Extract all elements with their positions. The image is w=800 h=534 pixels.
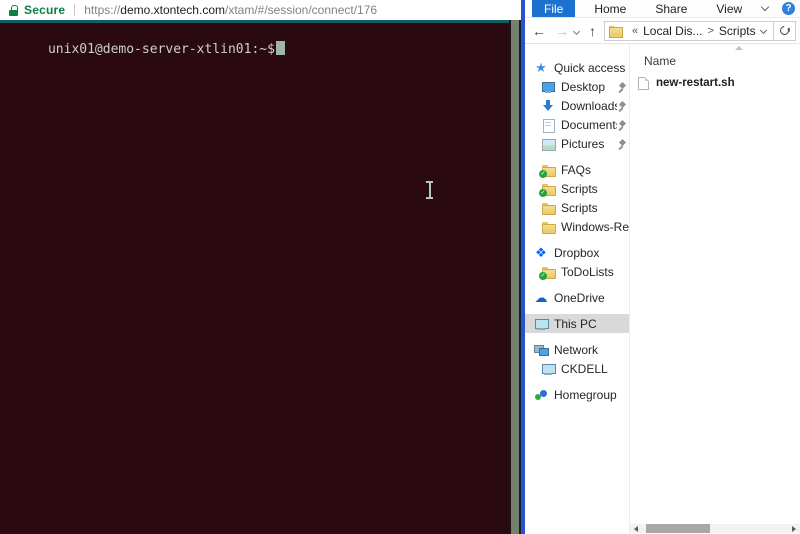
terminal-prompt: unix01@demo-server-xtlin01:~$ [47, 42, 275, 57]
ribbon-tab-bar: File Home Share View ? [525, 0, 800, 18]
back-button[interactable]: ← [532, 24, 546, 38]
folder-icon [541, 201, 556, 215]
scroll-right-arrow-icon[interactable] [792, 525, 796, 532]
tab-file[interactable]: File [532, 0, 576, 17]
up-button[interactable]: ↑ [589, 24, 596, 38]
scrollbar-thumb[interactable] [646, 524, 710, 533]
browser-scrollbar[interactable] [509, 20, 521, 534]
sidebar-item-pictures[interactable]: Pictures [525, 134, 629, 153]
url-scheme[interactable]: https:// [84, 3, 120, 17]
pin-icon [617, 100, 627, 112]
sidebar-item-windows-ren[interactable]: Windows-Ren [525, 217, 629, 236]
sync-check-badge [539, 271, 547, 280]
terminal-block-cursor [275, 41, 285, 55]
dropbox-icon: ❖ [535, 244, 547, 260]
onedrive-cloud-icon: ☁ [534, 289, 548, 305]
secure-lock-icon [9, 4, 19, 16]
sidebar-item-ckdell[interactable]: CKDELL [525, 359, 629, 378]
refresh-button[interactable] [774, 20, 796, 41]
desktop-stage: Secure https://demo.xtontech.com/xtam/#/… [0, 0, 800, 534]
sidebar-item-todolists[interactable]: ToDoLists [525, 262, 629, 281]
sidebar-item-homegroup[interactable]: Homegroup [525, 385, 629, 404]
sidebar-item-network[interactable]: Network [525, 340, 629, 359]
browser-window: Secure https://demo.xtontech.com/xtam/#/… [0, 0, 521, 534]
sidebar-item-quick-access[interactable]: ★ Quick access [525, 58, 629, 77]
desktop-icon [541, 80, 555, 94]
address-breadcrumb-bar[interactable]: « Local Dis... > Scripts [604, 20, 774, 41]
sidebar-item-scripts-synced[interactable]: Scripts [525, 179, 629, 198]
folder-icon [541, 220, 556, 234]
pin-icon [617, 138, 627, 150]
ribbon-collapse-chevron-icon[interactable] [760, 2, 770, 12]
breadcrumb-scripts[interactable]: Scripts [719, 24, 756, 38]
tab-home[interactable]: Home [584, 0, 636, 17]
sidebar-item-dropbox[interactable]: ❖ Dropbox [525, 243, 629, 262]
shell-script-file-icon [638, 76, 649, 90]
sync-check-badge [539, 188, 547, 197]
sidebar-item-faqs[interactable]: FAQs [525, 160, 629, 179]
homegroup-icon [534, 388, 548, 402]
file-explorer-window: File Home Share View ? ← → ↑ « Local Dis… [521, 0, 800, 534]
tab-view[interactable]: View [706, 0, 752, 17]
this-pc-icon [534, 317, 549, 331]
sidebar-item-downloads[interactable]: Downloads [525, 96, 629, 115]
navigation-pane: ★ Quick access Desktop Downloads Documen… [525, 44, 629, 533]
downloads-arrow-icon [541, 99, 555, 113]
synced-folder-icon [539, 182, 556, 197]
url-domain[interactable]: demo.xtontech.com [120, 3, 225, 17]
network-icon [534, 343, 549, 357]
sort-ascending-icon [735, 46, 743, 50]
tab-share[interactable]: Share [645, 0, 697, 17]
quick-access-star-icon: ★ [535, 59, 547, 75]
secure-label[interactable]: Secure [24, 3, 65, 17]
folder-icon [609, 25, 623, 38]
pin-icon [617, 119, 627, 131]
computer-icon [541, 362, 556, 376]
sidebar-item-desktop[interactable]: Desktop [525, 77, 629, 96]
forward-button[interactable]: → [555, 24, 569, 38]
file-row[interactable]: new-restart.sh [638, 74, 735, 92]
breadcrumb-overflow[interactable]: « [632, 25, 638, 37]
pictures-icon [541, 137, 556, 151]
sidebar-item-scripts[interactable]: Scripts [525, 198, 629, 217]
refresh-icon [778, 24, 791, 37]
sidebar-item-documents[interactable]: Documents [525, 115, 629, 134]
column-header-name[interactable]: Name [644, 54, 676, 68]
address-bar-divider [74, 4, 76, 16]
breadcrumb-local-disk[interactable]: Local Dis... [643, 24, 702, 38]
recent-locations-chevron-icon[interactable] [572, 27, 581, 36]
url-path[interactable]: /xtam/#/session/connect/176 [225, 3, 377, 17]
address-dropdown-chevron-icon[interactable] [759, 26, 768, 35]
pin-icon [617, 81, 627, 93]
terminal-screen[interactable]: unix01@demo-server-xtlin01:~$ [0, 20, 509, 534]
navigation-toolbar: ← → ↑ « Local Dis... > Scripts [525, 18, 800, 44]
synced-folder-icon [539, 265, 556, 280]
horizontal-scrollbar[interactable] [630, 524, 800, 533]
breadcrumb-separator: > [707, 24, 714, 37]
ibeam-mouse-cursor [425, 181, 434, 199]
sync-check-badge [539, 169, 547, 178]
sidebar-item-onedrive[interactable]: ☁ OneDrive [525, 288, 629, 307]
help-button[interactable]: ? [782, 2, 795, 15]
file-name: new-restart.sh [656, 77, 735, 89]
documents-icon [541, 118, 555, 133]
scroll-left-arrow-icon[interactable] [634, 525, 638, 532]
sidebar-item-this-pc[interactable]: This PC [525, 314, 629, 333]
browser-address-bar[interactable]: Secure https://demo.xtontech.com/xtam/#/… [0, 0, 521, 20]
synced-folder-icon [539, 163, 556, 178]
file-list-pane: Name new-restart.sh [629, 44, 800, 533]
